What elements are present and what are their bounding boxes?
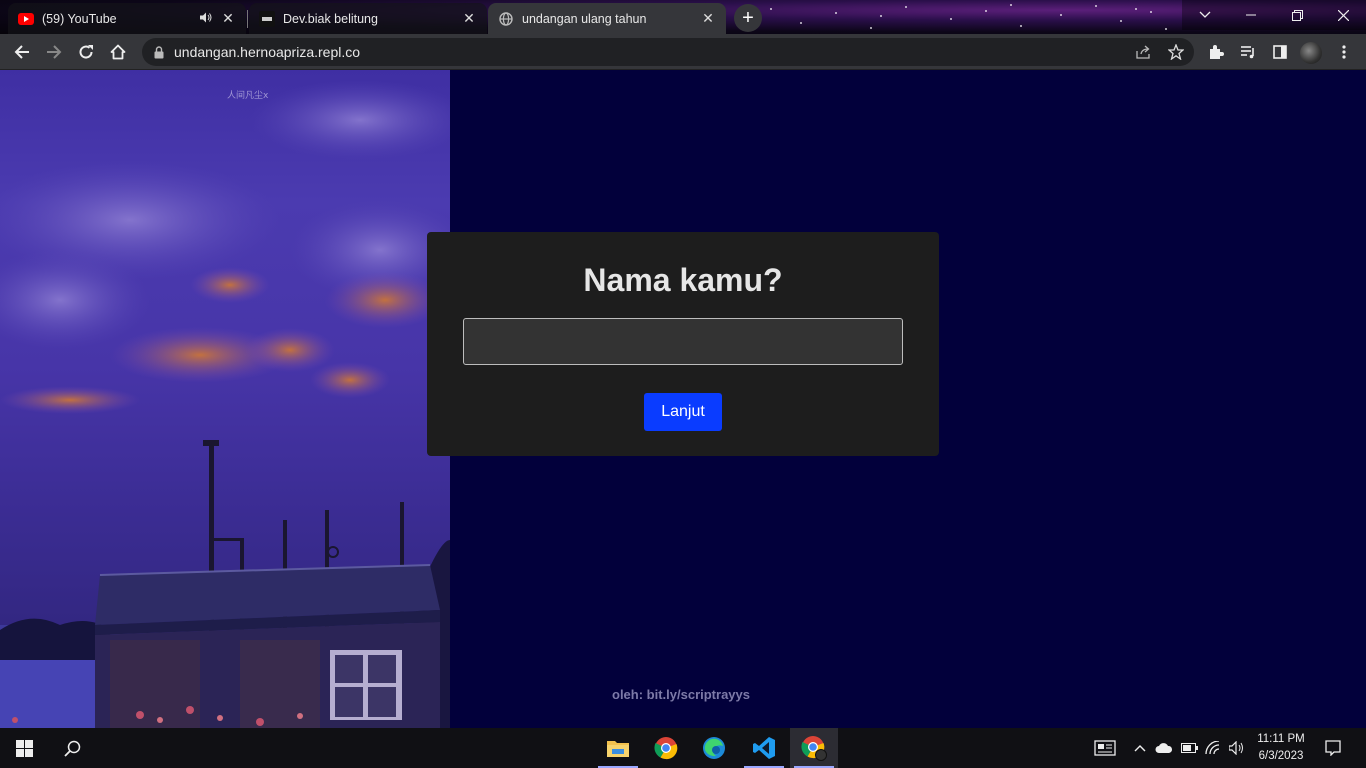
star-dot bbox=[1135, 8, 1137, 10]
tab-undangan[interactable]: undangan ulang tahun ✕ bbox=[488, 3, 726, 34]
star-dot bbox=[1120, 20, 1122, 22]
extensions-icon[interactable] bbox=[1202, 38, 1230, 66]
url-text: undangan.hernoapriza.repl.co bbox=[174, 44, 361, 60]
tab-title: undangan ulang tahun bbox=[522, 11, 647, 26]
name-input[interactable] bbox=[463, 318, 903, 365]
page-content: 人间凡尘x Nama kamu? Lanjut oleh: bit.ly/scr… bbox=[0, 70, 1366, 728]
star-dot bbox=[1060, 14, 1062, 16]
tab-strip: (59) YouTube ✕ Dev.biak belitung ✕ undan… bbox=[0, 0, 1366, 34]
address-bar[interactable]: undangan.hernoapriza.repl.co bbox=[142, 38, 1194, 66]
browser-toolbar: undangan.hernoapriza.repl.co bbox=[0, 34, 1366, 70]
star-dot bbox=[1095, 5, 1097, 7]
credit-footer: oleh: bit.ly/scriptrayys bbox=[612, 687, 750, 702]
star-dot bbox=[1150, 11, 1152, 13]
star-dot bbox=[985, 10, 987, 12]
back-button[interactable] bbox=[8, 38, 36, 66]
vscode-icon[interactable] bbox=[740, 728, 788, 768]
tab-dev-biak[interactable]: Dev.biak belitung ✕ bbox=[249, 3, 487, 34]
star-dot bbox=[800, 22, 802, 24]
background-photo: 人间凡尘x bbox=[0, 70, 450, 728]
close-tab-icon[interactable]: ✕ bbox=[220, 10, 236, 27]
clock-date: 6/3/2023 bbox=[1258, 750, 1304, 762]
side-panel-icon[interactable] bbox=[1266, 38, 1294, 66]
lock-icon[interactable] bbox=[152, 45, 166, 59]
share-icon[interactable] bbox=[1130, 38, 1158, 66]
windows-taskbar: 11:11 PM 6/3/2023 bbox=[0, 728, 1366, 768]
biak-icon bbox=[259, 10, 275, 27]
file-explorer-icon[interactable] bbox=[594, 728, 642, 768]
close-window-button[interactable] bbox=[1320, 0, 1366, 30]
system-clock[interactable]: 11:11 PM 6/3/2023 bbox=[1252, 731, 1310, 765]
wifi-icon[interactable] bbox=[1202, 728, 1224, 768]
onedrive-cloud-icon[interactable] bbox=[1152, 728, 1176, 768]
continue-button[interactable]: Lanjut bbox=[644, 393, 722, 431]
notification-icon[interactable] bbox=[1316, 728, 1350, 768]
star-dot bbox=[950, 18, 952, 20]
chevron-up-icon[interactable] bbox=[1130, 728, 1150, 768]
restore-button[interactable] bbox=[1274, 0, 1320, 30]
chrome-icon[interactable] bbox=[642, 728, 690, 768]
star-dot bbox=[1020, 25, 1022, 27]
star-dot bbox=[1165, 28, 1167, 30]
close-tab-icon[interactable]: ✕ bbox=[700, 10, 716, 27]
name-prompt-card: Nama kamu? Lanjut bbox=[427, 232, 939, 456]
image-watermark: 人间凡尘x bbox=[227, 91, 269, 101]
search-icon[interactable] bbox=[48, 728, 96, 768]
tab-divider bbox=[247, 10, 248, 28]
forward-button[interactable] bbox=[40, 38, 68, 66]
media-control-icon[interactable] bbox=[1234, 38, 1262, 66]
start-button[interactable] bbox=[0, 728, 48, 768]
battery-icon[interactable] bbox=[1178, 728, 1200, 768]
star-dot bbox=[905, 6, 907, 8]
star-dot bbox=[880, 15, 882, 17]
volume-icon[interactable] bbox=[1226, 728, 1248, 768]
star-dot bbox=[1010, 4, 1012, 6]
tab-title: (59) YouTube bbox=[42, 11, 117, 26]
tab-youtube[interactable]: (59) YouTube ✕ bbox=[8, 3, 246, 34]
youtube-icon bbox=[18, 11, 34, 27]
edge-icon[interactable] bbox=[690, 728, 738, 768]
speaker-icon[interactable] bbox=[200, 12, 212, 26]
reload-button[interactable] bbox=[72, 38, 100, 66]
star-dot bbox=[870, 27, 872, 29]
star-dot bbox=[835, 12, 837, 14]
tab-title: Dev.biak belitung bbox=[283, 11, 378, 26]
home-button[interactable] bbox=[104, 38, 132, 66]
menu-kebab-icon[interactable] bbox=[1330, 38, 1358, 66]
star-dot bbox=[770, 8, 772, 10]
close-tab-icon[interactable]: ✕ bbox=[461, 10, 477, 27]
profile-avatar[interactable] bbox=[1300, 42, 1322, 64]
minimize-button[interactable] bbox=[1228, 0, 1274, 30]
tab-search-button[interactable] bbox=[1182, 0, 1228, 30]
bookmark-star-icon[interactable] bbox=[1162, 38, 1190, 66]
news-widget-icon[interactable] bbox=[1090, 728, 1120, 768]
globe-icon bbox=[498, 11, 514, 27]
new-tab-button[interactable]: + bbox=[734, 4, 762, 32]
clock-time: 11:11 PM bbox=[1257, 733, 1305, 745]
prompt-heading: Nama kamu? bbox=[583, 262, 783, 298]
chrome-profile-icon[interactable] bbox=[790, 728, 838, 768]
